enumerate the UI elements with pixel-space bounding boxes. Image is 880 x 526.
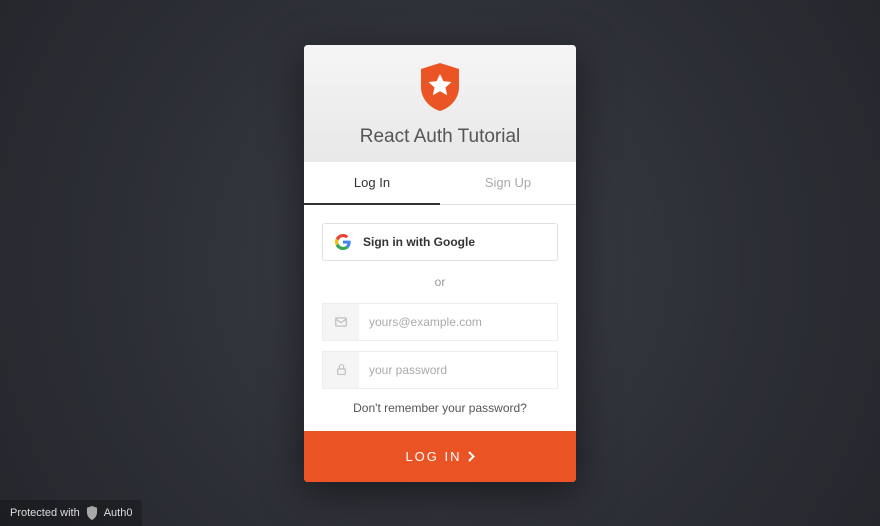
email-icon (323, 304, 359, 340)
login-card: React Auth Tutorial Log In Sign Up Sign … (304, 45, 576, 482)
password-field[interactable] (359, 352, 557, 388)
protected-with-badge[interactable]: Protected with Auth0 (0, 500, 142, 526)
form-content: Sign in with Google or Don't remember yo… (304, 205, 576, 431)
divider-text: or (322, 275, 558, 289)
auth-tabs: Log In Sign Up (304, 162, 576, 205)
email-input-group (322, 303, 558, 341)
google-signin-button[interactable]: Sign in with Google (322, 223, 558, 261)
badge-prefix: Protected with (10, 507, 80, 519)
password-input-group (322, 351, 558, 389)
tab-signup[interactable]: Sign Up (440, 162, 576, 204)
google-signin-label: Sign in with Google (363, 235, 475, 249)
email-field[interactable] (359, 304, 557, 340)
forgot-password-link[interactable]: Don't remember your password? (322, 401, 558, 415)
chevron-right-icon (468, 451, 475, 462)
lock-icon (323, 352, 359, 388)
submit-label: LOG IN (405, 449, 461, 464)
auth0-badge-icon (86, 506, 98, 520)
tab-login[interactable]: Log In (304, 162, 440, 205)
login-submit-button[interactable]: LOG IN (304, 431, 576, 482)
app-title: React Auth Tutorial (304, 126, 576, 148)
auth0-shield-logo (417, 61, 463, 113)
card-header: React Auth Tutorial (304, 45, 576, 162)
badge-brand: Auth0 (104, 507, 133, 519)
google-icon (335, 234, 351, 250)
